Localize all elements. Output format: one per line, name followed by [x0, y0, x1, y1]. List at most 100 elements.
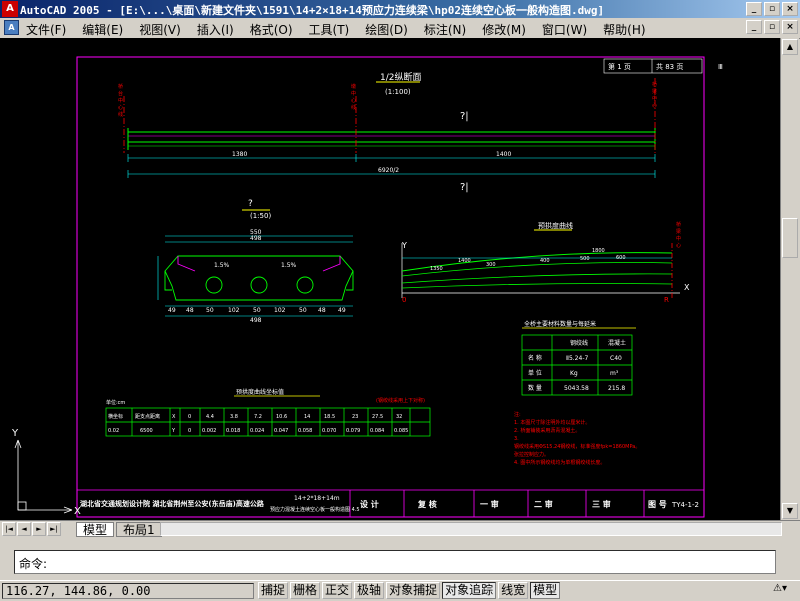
- menu-insert[interactable]: 插入(I): [197, 21, 234, 38]
- section-slope-right: 1.5%: [281, 262, 297, 269]
- section-dim-b4: 102: [228, 307, 240, 314]
- ortho-toggle[interactable]: 正交: [322, 582, 353, 599]
- camber-label-7: 600: [616, 255, 626, 261]
- titleblock-audit-2: 二 审: [534, 499, 553, 509]
- note-4: 4. 图中所示钢绞线均为单根钢绞线长度。: [514, 459, 605, 466]
- drawing-svg: 第 1 页 共 83 页 Ⅲ 1/2纵断面 (1:100) ?| 桥台中心线 墩…: [11, 56, 723, 518]
- snap-toggle[interactable]: 捕捉: [258, 582, 289, 599]
- camber-axis-x: X: [684, 283, 690, 292]
- qty-r3c0: 数 量: [528, 384, 542, 392]
- camber-label-2: 1800: [592, 248, 605, 254]
- autocad-app-icon[interactable]: A: [2, 1, 18, 17]
- section-dim-b7: 50: [299, 307, 307, 314]
- menu-bar: A 文件(F) 编辑(E) 视图(V) 插入(I) 格式(O) 工具(T) 绘图…: [0, 18, 800, 39]
- menu-edit[interactable]: 编辑(E): [82, 21, 123, 38]
- coord-r1-11: 27.5: [372, 414, 383, 420]
- svg-text:中: 中: [118, 97, 123, 104]
- scroll-up-icon[interactable]: ▲: [782, 39, 798, 55]
- vertical-scroll-thumb[interactable]: [782, 218, 798, 258]
- vertical-scrollbar[interactable]: ▲ ▼: [780, 38, 799, 520]
- svg-text:桥: 桥: [118, 83, 123, 90]
- polar-toggle[interactable]: 极轴: [354, 582, 385, 599]
- menu-view[interactable]: 视图(V): [139, 21, 181, 38]
- dim-total: 6920/2: [378, 167, 399, 174]
- svg-text:中: 中: [676, 235, 681, 242]
- svg-text:墩: 墩: [351, 83, 356, 90]
- menu-help[interactable]: 帮助(H): [603, 21, 645, 38]
- otrack-toggle[interactable]: 对象追踪: [442, 582, 497, 599]
- coord-r1-6: 7.2: [254, 414, 262, 420]
- menu-file[interactable]: 文件(F): [26, 21, 66, 38]
- camber-end: R: [664, 296, 669, 304]
- minimize-icon[interactable]: _: [746, 2, 762, 16]
- camber-label-3: 1350: [430, 266, 443, 272]
- dim-left: 1380: [232, 151, 247, 158]
- tab-model[interactable]: 模型: [76, 522, 115, 537]
- svg-text:心: 心: [652, 102, 657, 109]
- sheet-number: 第 1 页: [608, 62, 631, 71]
- qty-h2: 混凝土: [608, 339, 626, 347]
- half-elevation-scale: (1:100): [385, 88, 411, 96]
- command-area: 命令:: [0, 538, 800, 580]
- titleblock-project-2: 预应力混凝土连续空心板一般构造图 4.5: [270, 506, 360, 513]
- communication-center-icon[interactable]: ⚠▾: [764, 583, 796, 599]
- svg-text:线: 线: [351, 104, 356, 111]
- svg-text:中: 中: [351, 90, 356, 97]
- coordinate-readout: 116.27, 144.86, 0.00: [2, 583, 254, 599]
- restore-icon[interactable]: ▫: [764, 2, 780, 16]
- dim-right: 1400: [496, 151, 511, 158]
- tab-last-icon[interactable]: ►|: [47, 522, 61, 536]
- osnap-toggle[interactable]: 对象捕捉: [386, 582, 441, 599]
- doc-close-icon[interactable]: ×: [782, 20, 798, 34]
- horizontal-scrollbar[interactable]: [160, 522, 782, 536]
- camber-red-label: 桥梁中心: [676, 221, 681, 249]
- note-2: 2. 桥面铺装采用沥青混凝土。: [514, 427, 580, 434]
- menu-format[interactable]: 格式(O): [250, 21, 293, 38]
- camber-label-1: 1400: [458, 258, 471, 264]
- doc-minimize-icon[interactable]: _: [746, 20, 762, 34]
- doc-restore-icon[interactable]: ▫: [764, 20, 780, 34]
- note-3b: 张拉控制应力。: [514, 451, 549, 458]
- qty-r1c1: Ⅱ5.24-7: [566, 355, 588, 362]
- elevation-dimensions: [127, 154, 656, 178]
- coord-r2-7: 0.047: [274, 428, 288, 434]
- coord-r2-3: 0: [188, 428, 191, 434]
- coord-r2-12: 0.085: [394, 428, 408, 434]
- menu-modify[interactable]: 修改(M): [482, 21, 526, 38]
- tab-first-icon[interactable]: |◄: [2, 522, 16, 536]
- note-1: 1. 本图尺寸除注明外均以厘米计。: [514, 419, 590, 426]
- coord-r1-1: 距支点距离: [135, 413, 160, 420]
- tab-layout1[interactable]: 布局1: [116, 522, 162, 537]
- coord-r1-9: 18.5: [324, 414, 335, 420]
- camber-label-5: 400: [540, 258, 550, 264]
- section-dim-b6: 102: [274, 307, 286, 314]
- menu-dimension[interactable]: 标注(N): [424, 21, 466, 38]
- grid-toggle[interactable]: 栅格: [290, 582, 321, 599]
- scroll-down-icon[interactable]: ▼: [782, 503, 798, 519]
- camber-title: 预拱度曲线: [538, 221, 573, 230]
- note-3a: 钢绞线采用ΦS15.24钢绞线，标准强度fpk=1860MPa。: [514, 443, 640, 450]
- coord-r2-0: 0.02: [108, 428, 119, 434]
- menu-window[interactable]: 窗口(W): [542, 21, 587, 38]
- coord-r2-9: 0.070: [322, 428, 336, 434]
- lineweight-toggle[interactable]: 线宽: [498, 582, 529, 599]
- coord-r2-5: 0.018: [226, 428, 240, 434]
- window-titlebar: A AutoCAD 2005 - [E:\...\桌面\新建文件夹\1591\1…: [0, 0, 800, 18]
- qty-table-title: 全桥主要材料数量与每延米: [524, 320, 596, 328]
- close-icon[interactable]: ×: [782, 2, 798, 16]
- titleblock-project-1: 14+2*18+14m: [294, 495, 340, 502]
- command-line-input[interactable]: 命令:: [14, 550, 776, 574]
- coord-r2-6: 0.024: [250, 428, 264, 434]
- drawing-canvas[interactable]: 第 1 页 共 83 页 Ⅲ 1/2纵断面 (1:100) ?| 桥台中心线 墩…: [0, 38, 780, 520]
- tab-next-icon[interactable]: ►: [32, 522, 46, 536]
- menu-draw[interactable]: 绘图(D): [365, 21, 408, 38]
- model-space-toggle[interactable]: 模型: [530, 582, 561, 599]
- svg-text:梁: 梁: [652, 88, 657, 95]
- camber-origin: 0: [402, 296, 406, 304]
- coord-r2-4: 0.002: [202, 428, 216, 434]
- coord-r2-2: Y: [171, 428, 176, 434]
- document-icon[interactable]: A: [4, 20, 19, 35]
- menu-tools[interactable]: 工具(T): [309, 21, 350, 38]
- svg-text:梁: 梁: [676, 228, 681, 235]
- tab-prev-icon[interactable]: ◄: [17, 522, 31, 536]
